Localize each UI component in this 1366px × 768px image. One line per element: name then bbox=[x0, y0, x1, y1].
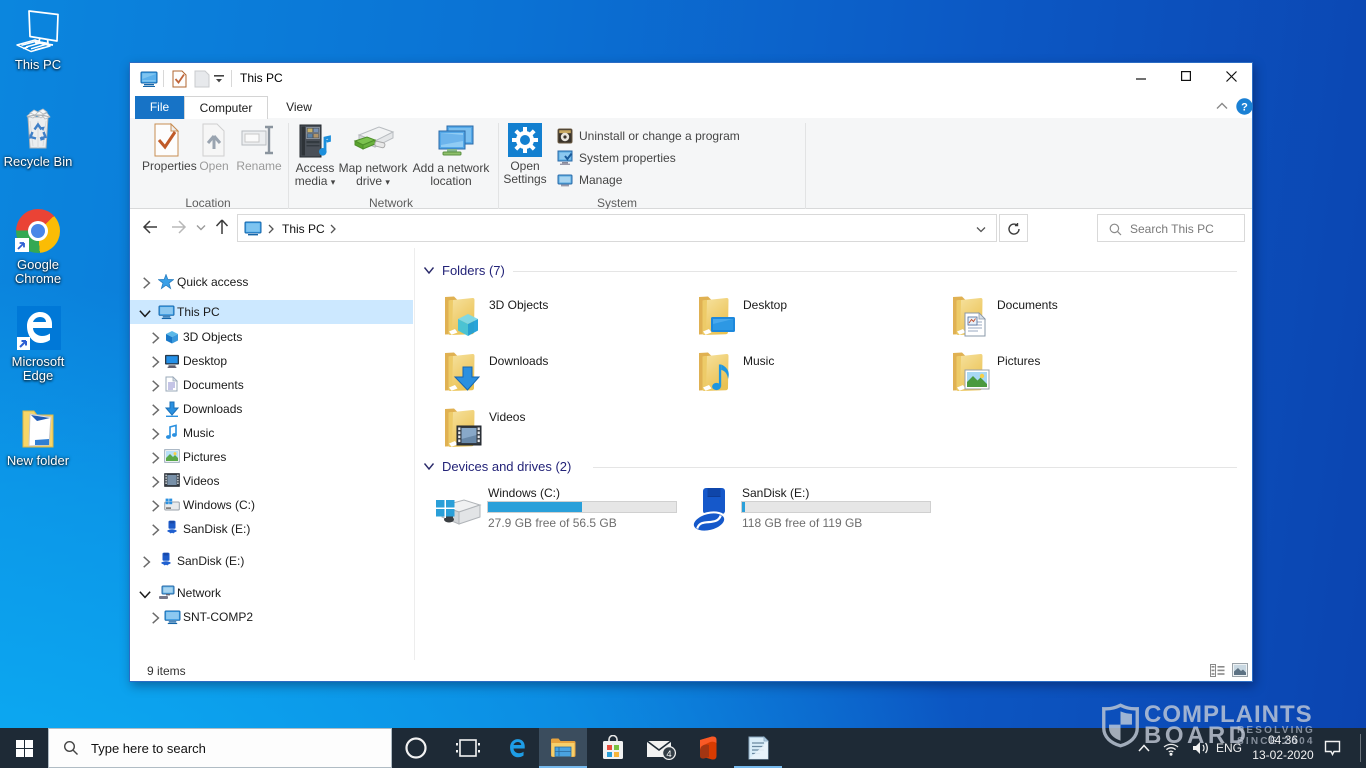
svg-text:4: 4 bbox=[666, 749, 671, 760]
svg-text:?: ? bbox=[1241, 102, 1248, 114]
